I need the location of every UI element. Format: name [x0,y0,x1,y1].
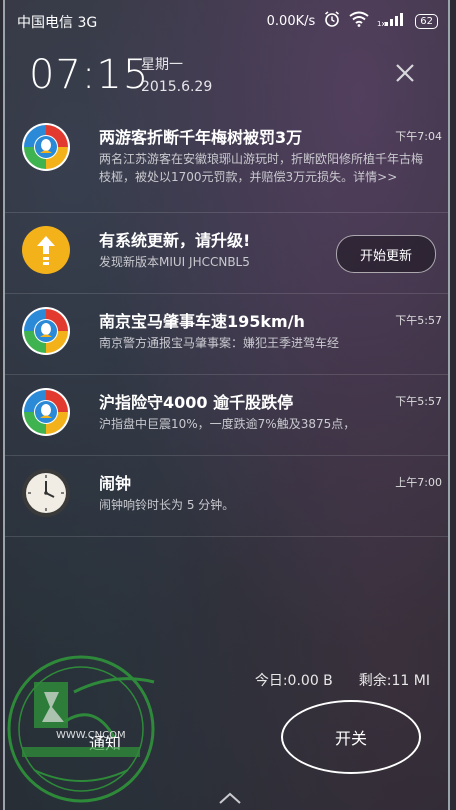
notification-title: 有系统更新，请升级! [99,231,251,250]
notification-item[interactable]: 南京宝马肇事车速195km/h 下午5:57 南京警方通报宝马肇事案：嫌犯王季进… [5,294,448,375]
notification-time: 上午7:00 [395,476,442,489]
tencent-news-icon [21,387,71,437]
collapse-handle[interactable] [217,790,243,809]
tab-toggles-label: 开关 [334,729,367,748]
data-usage-stats: 今日:0.00 B 剩余:11 MI [255,670,430,690]
svg-text:1x: 1x [377,20,386,27]
notification-item[interactable]: 有系统更新，请升级! 发现新版本MIUI JHCCNBL5 开始更新 [5,213,448,294]
remaining-usage: 剩余:11 MI [358,673,430,689]
tab-toggles[interactable]: 开关 [281,700,421,774]
notification-item[interactable]: 闹钟 上午7:00 闹钟响铃时长为 5 分钟。 [5,456,448,537]
signal-icon: 1x [377,11,407,31]
system-update-icon [21,225,71,275]
weekday-label: 星期一 [141,57,183,73]
alarm-clock-icon [21,468,71,518]
clock-header: 07:15 星期一 2015.6.29 [5,52,448,102]
notification-body: 两名江苏游客在安徽琅琊山游玩时，折断欧阳修所植千年古梅枝桠，被处以1700元罚款… [99,152,424,184]
carrier-label: 中国电信 3G [17,15,98,31]
notification-body: 沪指盘中巨震10%，一度跌逾7%触及3875点， [99,417,356,431]
notification-title: 南京宝马肇事车速195km/h [99,312,305,331]
chevron-up-icon [219,792,241,804]
today-usage: 今日:0.00 B [254,673,333,689]
battery-indicator: 62 [415,13,438,29]
clock-time: 07:15 [29,52,150,98]
notification-body: 闹钟响铃时长为 5 分钟。 [99,498,235,512]
notification-time: 下午5:57 [395,314,442,327]
notification-item[interactable]: 沪指险守4000 逾千股跌停 下午5:57 沪指盘中巨震10%，一度跌逾7%触及… [5,375,448,456]
close-icon [396,64,414,82]
tencent-news-icon [21,306,71,356]
status-bar: 中国电信 3G 0.00K/s 1x 62 [5,0,448,44]
tencent-news-icon [21,122,71,172]
clear-all-button[interactable] [392,60,418,86]
date-label: 2015.6.29 [141,79,213,95]
watermark-logo: WWW.CNCOM [7,655,155,803]
start-update-button[interactable]: 开始更新 [336,235,436,273]
wifi-icon [349,11,369,31]
status-indicators: 0.00K/s 1x 62 [267,10,438,32]
watermark-text: WWW.CNCOM [56,730,126,741]
network-speed: 0.00K/s [266,13,316,29]
notification-body: 南京警方通报宝马肇事案：嫌犯王季进驾车经 [99,336,340,350]
alarm-icon [323,10,341,32]
notification-title: 沪指险守4000 逾千股跌停 [99,393,294,412]
notification-title: 两游客折断千年梅树被罚3万 [99,128,303,147]
notification-list: 两游客折断千年梅树被罚3万 下午7:04 两名江苏游客在安徽琅琊山游玩时，折断欧… [5,110,448,537]
date-block: 星期一 2015.6.29 [141,54,212,98]
notification-item[interactable]: 两游客折断千年梅树被罚3万 下午7:04 两名江苏游客在安徽琅琊山游玩时，折断欧… [5,110,448,213]
notification-time: 下午7:04 [395,130,442,143]
notification-body: 发现新版本MIUI JHCCNBL5 [99,255,250,269]
notification-time: 下午5:57 [395,395,442,408]
notification-title: 闹钟 [99,474,132,493]
